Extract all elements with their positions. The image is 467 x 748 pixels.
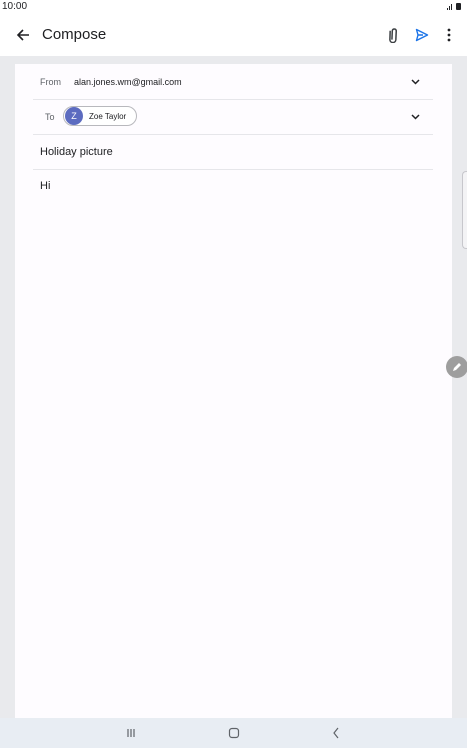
attach-button[interactable] xyxy=(382,24,404,46)
back-arrow-icon xyxy=(16,29,29,41)
back-button[interactable] xyxy=(12,24,34,46)
attach-icon xyxy=(389,28,398,43)
home-icon xyxy=(228,727,240,739)
subject-field[interactable]: Holiday picture xyxy=(40,146,113,158)
app-bar: Compose xyxy=(0,14,467,56)
from-expand-button[interactable] xyxy=(409,76,421,88)
to-label: To xyxy=(45,112,55,122)
more-options-button[interactable] xyxy=(438,24,460,46)
from-account[interactable]: alan.jones.wm@gmail.com xyxy=(74,77,182,87)
battery-icon xyxy=(456,3,461,10)
page-title: Compose xyxy=(42,26,107,43)
recent-apps-icon xyxy=(127,729,135,737)
status-icons xyxy=(447,3,461,10)
navigation-bar xyxy=(0,718,467,748)
back-icon xyxy=(333,727,339,739)
chevron-down-icon xyxy=(410,79,420,85)
recipient-name: Zoe Taylor xyxy=(89,111,127,121)
more-vert-icon xyxy=(447,28,451,42)
edit-button[interactable] xyxy=(446,356,467,378)
to-expand-button[interactable] xyxy=(409,111,421,123)
nav-back-button[interactable] xyxy=(326,724,346,742)
send-button[interactable] xyxy=(411,24,433,46)
recent-apps-button[interactable] xyxy=(121,724,141,742)
body-field[interactable]: Hi xyxy=(40,180,50,192)
send-icon xyxy=(415,28,429,42)
status-bar: 10:00 xyxy=(0,0,467,14)
avatar: Z xyxy=(65,107,83,125)
chevron-down-icon xyxy=(410,114,420,120)
home-button[interactable] xyxy=(224,724,244,742)
subject-row[interactable]: Holiday picture xyxy=(33,135,433,170)
signal-icon xyxy=(447,3,452,10)
from-row[interactable]: From alan.jones.wm@gmail.com xyxy=(33,65,433,100)
to-row[interactable]: To Z Zoe Taylor xyxy=(33,100,433,135)
recipient-chip[interactable]: Z Zoe Taylor xyxy=(63,106,138,126)
from-label: From xyxy=(40,77,61,87)
pencil-icon xyxy=(453,363,461,371)
side-panel-handle[interactable] xyxy=(462,171,467,249)
status-time: 10:00 xyxy=(2,1,28,12)
